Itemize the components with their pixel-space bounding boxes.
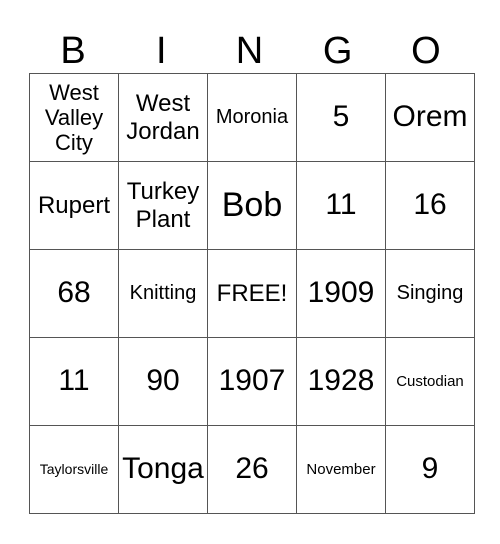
card-row: Rupert Turkey Plant Bob 11 16 [29,161,475,250]
card-cell[interactable]: 68 [29,249,119,338]
card-cell[interactable]: 26 [207,425,297,514]
card-row: Taylorsville Tonga 26 November 9 [29,425,475,514]
card-cell[interactable]: Moronia [207,73,297,162]
card-cell[interactable]: 9 [385,425,475,514]
card-cell[interactable]: 11 [29,337,119,426]
card-cell[interactable]: 1928 [296,337,386,426]
header-letter-g: G [322,30,353,72]
card-cell[interactable]: 5 [296,73,386,162]
card-cell[interactable]: 1909 [296,249,386,338]
card-cell[interactable]: Knitting [118,249,208,338]
card-cell[interactable]: Taylorsville [29,425,119,514]
card-cell[interactable]: Custodian [385,337,475,426]
card-cell[interactable]: Orem [385,73,475,162]
card-cell[interactable]: 16 [385,161,475,250]
card-row: West Valley City West Jordan Moronia 5 O… [29,73,475,162]
header-letter-i: I [156,30,167,72]
card-cell[interactable]: West Jordan [118,73,208,162]
card-cell[interactable]: Tonga [118,425,208,514]
card-row: 11 90 1907 1928 Custodian [29,337,475,426]
header-letter-b: B [60,30,86,72]
header-letter-n: N [235,30,264,72]
card-cell[interactable]: Turkey Plant [118,161,208,250]
bingo-header: B I N G O [29,30,470,73]
card-cell[interactable]: Bob [207,161,297,250]
card-cell[interactable]: 11 [296,161,386,250]
free-space-cell[interactable]: FREE! [207,249,297,338]
header-letter-o: O [411,30,441,72]
card-row: 68 Knitting FREE! 1909 Singing [29,249,475,338]
bingo-card: West Valley City West Jordan Moronia 5 O… [29,73,475,514]
card-cell[interactable]: West Valley City [29,73,119,162]
card-cell[interactable]: Rupert [29,161,119,250]
card-cell[interactable]: November [296,425,386,514]
card-cell[interactable]: 90 [118,337,208,426]
card-cell[interactable]: 1907 [207,337,297,426]
card-cell[interactable]: Singing [385,249,475,338]
